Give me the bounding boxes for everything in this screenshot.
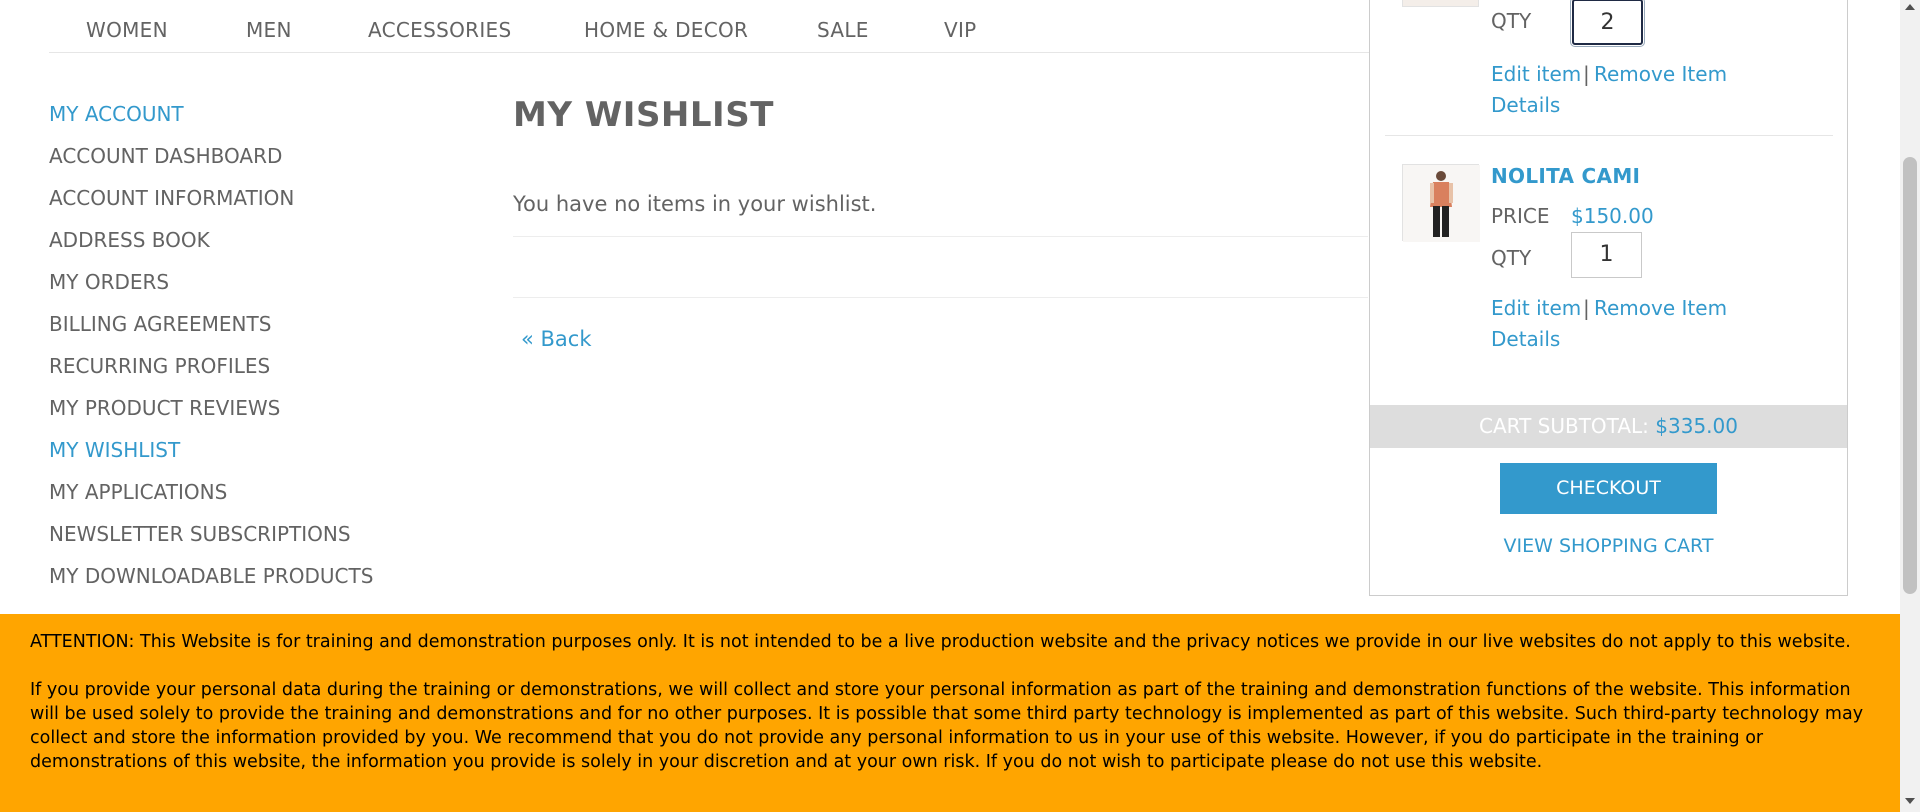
- account-sidebar: MY ACCOUNT ACCOUNT DASHBOARD ACCOUNT INF…: [49, 100, 449, 604]
- details-link[interactable]: Details: [1491, 327, 1560, 351]
- qty-input[interactable]: 2: [1570, 0, 1645, 47]
- wishlist-main: MY WISHLIST You have no items in your wi…: [513, 95, 1368, 351]
- nav-accessories[interactable]: ACCESSORIES: [368, 18, 511, 42]
- sidebar-item-my-downloadable-products[interactable]: MY DOWNLOADABLE PRODUCTS: [49, 562, 449, 604]
- checkout-button[interactable]: CHECKOUT: [1500, 463, 1717, 514]
- product-thumbnail[interactable]: [1402, 0, 1479, 7]
- link-separator: |: [1583, 296, 1590, 320]
- page-title: MY WISHLIST: [513, 95, 774, 135]
- sidebar-item-my-applications[interactable]: MY APPLICATIONS: [49, 478, 449, 520]
- nav-home-decor[interactable]: HOME & DECOR: [584, 18, 748, 42]
- product-image: [1403, 165, 1480, 242]
- remove-item-link[interactable]: Remove Item: [1594, 296, 1727, 320]
- notice-paragraph: ATTENTION: This Website is for training …: [30, 632, 1851, 652]
- product-thumbnail[interactable]: [1402, 164, 1480, 242]
- demo-notice-banner: ATTENTION: This Website is for training …: [0, 614, 1900, 812]
- scroll-up-arrow-icon[interactable]: [1905, 4, 1915, 10]
- nav-vip[interactable]: VIP: [944, 18, 977, 42]
- scrollbar-thumb[interactable]: [1903, 157, 1917, 594]
- qty-label: QTY: [1491, 246, 1532, 270]
- cart-subtotal: CART SUBTOTAL: $335.00: [1370, 405, 1847, 448]
- sidebar-item-address-book[interactable]: ADDRESS BOOK: [49, 226, 449, 268]
- price-label: PRICE: [1491, 204, 1550, 228]
- nav-men[interactable]: MEN: [246, 18, 292, 42]
- sidebar-item-my-orders[interactable]: MY ORDERS: [49, 268, 449, 310]
- sidebar-item-billing-agreements[interactable]: BILLING AGREEMENTS: [49, 310, 449, 352]
- minicart-dropdown: QTY 2 Edit item | Remove Item Details NO…: [1369, 0, 1848, 596]
- qty-label: QTY: [1491, 9, 1532, 33]
- details-link[interactable]: Details: [1491, 93, 1560, 117]
- nav-sale[interactable]: SALE: [817, 18, 869, 42]
- divider: [513, 297, 1368, 298]
- nav-women[interactable]: WOMEN: [86, 18, 168, 42]
- page-scrollbar[interactable]: [1900, 0, 1920, 812]
- edit-item-link[interactable]: Edit item: [1491, 62, 1581, 86]
- divider: [513, 236, 1368, 237]
- notice-paragraph: If you provide your personal data during…: [30, 680, 1864, 772]
- divider: [1385, 135, 1833, 136]
- sidebar-item-account-dashboard[interactable]: ACCOUNT DASHBOARD: [49, 142, 449, 184]
- sidebar-item-my-product-reviews[interactable]: MY PRODUCT REVIEWS: [49, 394, 449, 436]
- qty-input[interactable]: 1: [1571, 232, 1642, 278]
- remove-item-link[interactable]: Remove Item: [1594, 62, 1727, 86]
- sidebar-item-newsletter-subscriptions[interactable]: NEWSLETTER SUBSCRIPTIONS: [49, 520, 449, 562]
- product-price: $150.00: [1571, 204, 1654, 228]
- view-shopping-cart-link[interactable]: VIEW SHOPPING CART: [1370, 535, 1847, 557]
- scroll-down-arrow-icon[interactable]: [1905, 798, 1915, 804]
- sidebar-item-account-information[interactable]: ACCOUNT INFORMATION: [49, 184, 449, 226]
- link-separator: |: [1583, 62, 1590, 86]
- back-link[interactable]: « Back: [521, 327, 592, 351]
- edit-item-link[interactable]: Edit item: [1491, 296, 1581, 320]
- sidebar-title: MY ACCOUNT: [49, 102, 184, 126]
- subtotal-value: $335.00: [1655, 414, 1738, 438]
- subtotal-label: CART SUBTOTAL:: [1479, 414, 1649, 438]
- empty-wishlist-message: You have no items in your wishlist.: [513, 192, 877, 216]
- product-name-link[interactable]: NOLITA CAMI: [1491, 164, 1640, 188]
- sidebar-item-recurring-profiles[interactable]: RECURRING PROFILES: [49, 352, 449, 394]
- main-navigation: WOMEN MEN ACCESSORIES HOME & DECOR SALE …: [49, 0, 1369, 53]
- sidebar-item-my-wishlist: MY WISHLIST: [49, 438, 181, 462]
